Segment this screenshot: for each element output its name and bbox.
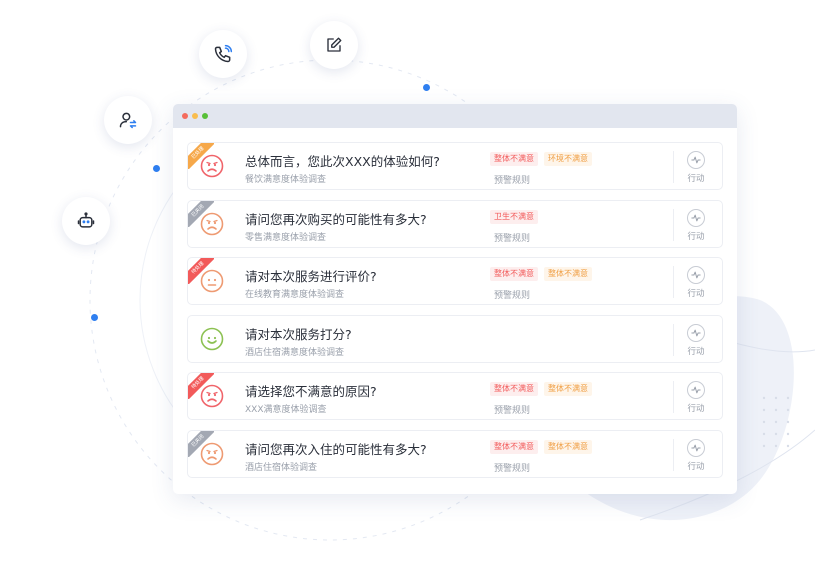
warning-tag: 整体不满意 [490,267,538,281]
warning-tag: 整体不满意 [490,439,538,454]
warning-tag: 整体不满意 [544,439,592,454]
window-titlebar [173,104,737,128]
tag-group: 整体不满意 环境不满意 [490,152,592,166]
pulse-icon [687,208,705,227]
divider [673,266,674,298]
app-window: 已处理 总体而言，您此次XXX的体验如何? 餐饮满意度体验调查 整体不满意 环境不满意预… [173,104,737,494]
tag-group: 整体不满意 整体不满意 [490,267,592,281]
warning-tag: 整体不满意 [490,152,538,166]
divider [673,438,674,471]
close-dot[interactable] [182,113,188,119]
feedback-row[interactable]: 已关闭 请问您再次入住的可能性有多大? 酒店住宿体验调查 整体不满意 整体不满意 预警规则… [187,429,723,478]
sad-face-icon [200,442,224,466]
neutral-face-icon [200,269,224,293]
question-text: 请选择您不满意的原因? [245,384,377,399]
warning-tag: 整体不满意 [544,382,592,396]
tag-group: 整体不满意 整体不满意 [490,439,592,454]
action-label: 行动 [687,461,705,472]
warning-tag: 整体不满意 [544,267,592,281]
divider [673,381,674,413]
warning-tag: 整体不满意 [490,382,538,396]
sad-face-icon [200,154,224,178]
question-text: 总体而言，您此次XXX的体验如何? [245,154,440,169]
divider [673,151,674,183]
question-text: 请对本次服务打分? [245,326,352,342]
edit-icon [310,21,358,69]
tag-group: 整体不满意 整体不满意 [490,382,592,396]
pulse-icon [687,323,705,342]
tag-group: 卫生不满意 [490,209,538,224]
alert-rule-label: 预警规则 [494,463,531,474]
action-label: 行动 [687,404,705,414]
survey-name: 酒店住宿体验调查 [245,462,318,473]
orbit-dot [91,314,98,321]
action-button[interactable]: 行动 [683,381,709,414]
feedback-row[interactable]: 请对本次服务打分? 酒店住宿满意度体验调查 行动 [187,314,723,363]
feedback-row[interactable]: 待处理 请对本次服务进行评价? 在线教育满意度体验调查 整体不满意 整体不满意 预警规则行… [187,257,723,305]
action-button[interactable]: 行动 [683,323,709,357]
pulse-icon [687,151,705,169]
orbit-dot [423,84,430,91]
alert-rule-label: 预警规则 [494,233,531,244]
alert-rule-label: 预警规则 [494,406,531,416]
feedback-row[interactable]: 待处理 请选择您不满意的原因? XXX满意度体验调查 整体不满意 整体不满意 预警规则 行动 [187,372,723,420]
survey-name: 餐饮满意度体验调查 [245,175,327,185]
feedback-list: 已处理 总体而言，您此次XXX的体验如何? 餐饮满意度体验调查 整体不满意 环境不满意预… [187,142,723,487]
action-label: 行动 [687,174,705,184]
robot-icon [62,197,110,245]
feedback-row[interactable]: 已处理 总体而言，您此次XXX的体验如何? 餐饮满意度体验调查 整体不满意 环境不满意预… [187,142,723,190]
sad-face-icon [200,384,224,408]
survey-name: 酒店住宿满意度体验调查 [245,347,345,358]
user-switch-icon [104,96,152,144]
feedback-row[interactable]: 已关闭 请问您再次购买的可能性有多大? 零售满意度体验调查 卫生不满意 预警规则 行动 [187,199,723,248]
alert-rule-label: 预警规则 [494,291,531,301]
alert-rule-label: 预警规则 [494,176,531,186]
action-label: 行动 [687,231,705,242]
phone-icon [199,30,247,78]
action-button[interactable]: 行动 [683,438,709,472]
question-text: 请问您再次购买的可能性有多大? [245,211,427,227]
action-button[interactable]: 行动 [683,151,709,184]
orbit-dot [153,165,160,172]
question-text: 请问您再次入住的可能性有多大? [245,441,427,457]
action-label: 行动 [687,289,705,299]
action-button[interactable]: 行动 [683,208,709,242]
action-button[interactable]: 行动 [683,266,709,299]
action-label: 行动 [687,346,705,357]
divider [673,208,674,241]
survey-name: XXX满意度体验调查 [245,405,327,415]
happy-face-icon [200,327,224,351]
pulse-icon [687,266,705,284]
minimize-dot[interactable] [192,113,198,119]
survey-name: 零售满意度体验调查 [245,232,327,243]
question-text: 请对本次服务进行评价? [245,269,377,284]
pulse-icon [687,438,705,457]
survey-name: 在线教育满意度体验调查 [245,290,345,300]
sad-face-icon [200,212,224,236]
pulse-icon [687,381,705,399]
warning-tag: 环境不满意 [544,152,592,166]
divider [673,323,674,356]
maximize-dot[interactable] [202,113,208,119]
warning-tag: 卫生不满意 [490,209,538,224]
